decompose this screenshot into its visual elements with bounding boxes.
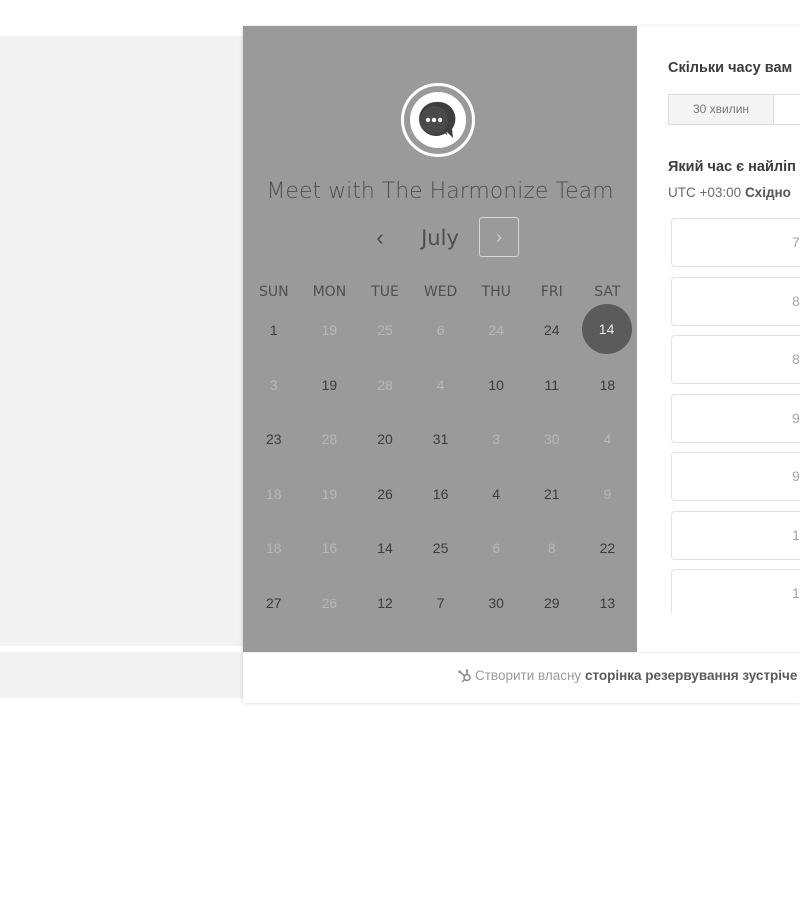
calendar-day: 6: [436, 322, 445, 338]
calendar-day[interactable]: 30: [468, 579, 524, 633]
calendar-day[interactable]: 18: [580, 361, 636, 415]
footer-link-text: Створити власну: [475, 668, 582, 683]
calendar-day[interactable]: 10: [468, 361, 524, 415]
month-label: July: [421, 226, 459, 250]
calendar-day[interactable]: 26: [357, 470, 413, 524]
calendar-day[interactable]: 20: [357, 415, 413, 469]
calendar-day[interactable]: 19: [302, 361, 358, 415]
calendar-day: 25: [377, 322, 393, 338]
calendar-day: 28: [321, 431, 338, 447]
duration-question: Скільки часу вам: [668, 60, 793, 76]
calendar-day[interactable]: 14: [357, 524, 413, 578]
calendar-day-selected[interactable]: 14: [580, 304, 636, 360]
duration-option-2[interactable]: [773, 94, 800, 125]
footer: Створити власну сторінка резервування зу…: [243, 652, 800, 703]
month-navigation: ‹ July ›: [243, 216, 637, 260]
calendar-panel: Meet with The Harmonize Team ‹ July › SU…: [243, 26, 637, 652]
calendar-day: 19: [321, 485, 338, 502]
time-slot-label: 1(: [792, 585, 800, 601]
meeting-title: Meet with The Harmonize Team: [266, 179, 614, 204]
calendar-day[interactable]: 4: [468, 470, 524, 524]
time-slot-button[interactable]: 8: [671, 276, 800, 326]
time-slot-button[interactable]: 9: [671, 393, 800, 443]
chat-bubble-icon: [410, 92, 466, 148]
calendar-day[interactable]: 16: [413, 470, 469, 524]
calendar-day: 3: [492, 431, 501, 447]
time-slot-button[interactable]: 8: [671, 335, 800, 384]
time-slot-button[interactable]: 9: [671, 452, 800, 501]
next-month-button[interactable]: ›: [479, 217, 519, 257]
calendar-day[interactable]: 12: [357, 579, 413, 633]
meetings-widget: Meet with The Harmonize Team ‹ July › SU…: [243, 26, 800, 703]
weekday-label: THU: [481, 284, 511, 300]
calendar-day: 28: [377, 376, 393, 393]
weekday-label: FRI: [540, 284, 563, 300]
calendar-day[interactable]: 24: [524, 306, 580, 360]
weekday-label: MON: [312, 284, 347, 300]
weekday-label: TUE: [371, 284, 399, 300]
calendar-day: 4: [603, 431, 612, 447]
calendar-day: 24: [488, 322, 504, 338]
hubspot-sprocket-icon: [457, 669, 473, 683]
weekday-label: SUN: [258, 284, 289, 300]
calendar-day: 30: [544, 431, 560, 447]
time-slot-label: 8: [792, 292, 800, 309]
calendar-day[interactable]: 21: [524, 470, 580, 524]
calendar-day: 3: [269, 376, 278, 393]
time-slot-label: 8: [792, 351, 800, 367]
calendar-day[interactable]: 13: [580, 579, 636, 633]
calendar-day[interactable]: 23: [246, 415, 302, 469]
previous-month-button[interactable]: ‹: [367, 218, 393, 258]
duration-option-30[interactable]: 30 хвилин: [668, 94, 774, 125]
calendar-day[interactable]: 11: [524, 361, 580, 415]
calendar-day[interactable]: 22: [580, 524, 636, 578]
time-slot-button[interactable]: 1(: [671, 510, 800, 560]
calendar-day: 6: [492, 540, 501, 556]
page-backdrop-left: [0, 36, 244, 646]
calendar-day: 18: [266, 540, 282, 556]
calendar-day[interactable]: 31: [413, 415, 469, 469]
calendar-day[interactable]: 7: [413, 579, 469, 633]
weekday-label: SAT: [594, 284, 621, 300]
footer-link-bold: сторінка резервування зустріче: [584, 668, 798, 683]
calendar-grid: 1 19 25 6 24 24 14 3 19 28 4 10 11 18 23 28 20 31 3 30 4 18 19…: [246, 304, 636, 636]
time-slot-button[interactable]: 7: [671, 218, 800, 267]
time-slot-button[interactable]: 1(: [671, 569, 800, 613]
calendar-day[interactable]: 1: [246, 306, 302, 360]
time-slot-label: 9: [792, 409, 800, 426]
calendar-day: 9: [603, 485, 612, 502]
calendar-day: 18: [266, 485, 282, 502]
create-booking-page-link[interactable]: Створити власну сторінка резервування зу…: [457, 668, 797, 683]
selected-day-number: 14: [581, 304, 632, 354]
calendar-day: 19: [321, 322, 338, 338]
booking-panel: Скільки часу вам 30 хвилин Який час є на…: [637, 26, 800, 652]
calendar-day[interactable]: 25: [413, 524, 469, 578]
time-slot-label: 9: [792, 468, 800, 484]
avatar: [401, 83, 475, 157]
timezone-offset: UTC +03:00: [668, 185, 742, 200]
calendar-day: 8: [547, 540, 556, 556]
weekday-label: WED: [423, 284, 458, 300]
page-backdrop-footer: [0, 652, 244, 698]
time-slot-label: 7: [792, 234, 800, 250]
calendar-day[interactable]: 27: [246, 579, 302, 633]
calendar-day: 16: [321, 540, 338, 556]
timezone-label: UTC +03:00 Східно: [668, 185, 791, 200]
time-slot-list: 7 8 8 9 9 1( 1(: [671, 218, 800, 613]
calendar-day: 26: [321, 594, 338, 611]
weekday-header: SUN MON TUE WED THU FRI SAT: [246, 284, 635, 304]
time-question: Який час є найліп: [668, 159, 796, 175]
timezone-name: Східно: [744, 185, 791, 200]
calendar-day: 4: [436, 376, 445, 393]
calendar-day[interactable]: 29: [524, 579, 580, 633]
time-slot-label: 1(: [792, 526, 800, 543]
